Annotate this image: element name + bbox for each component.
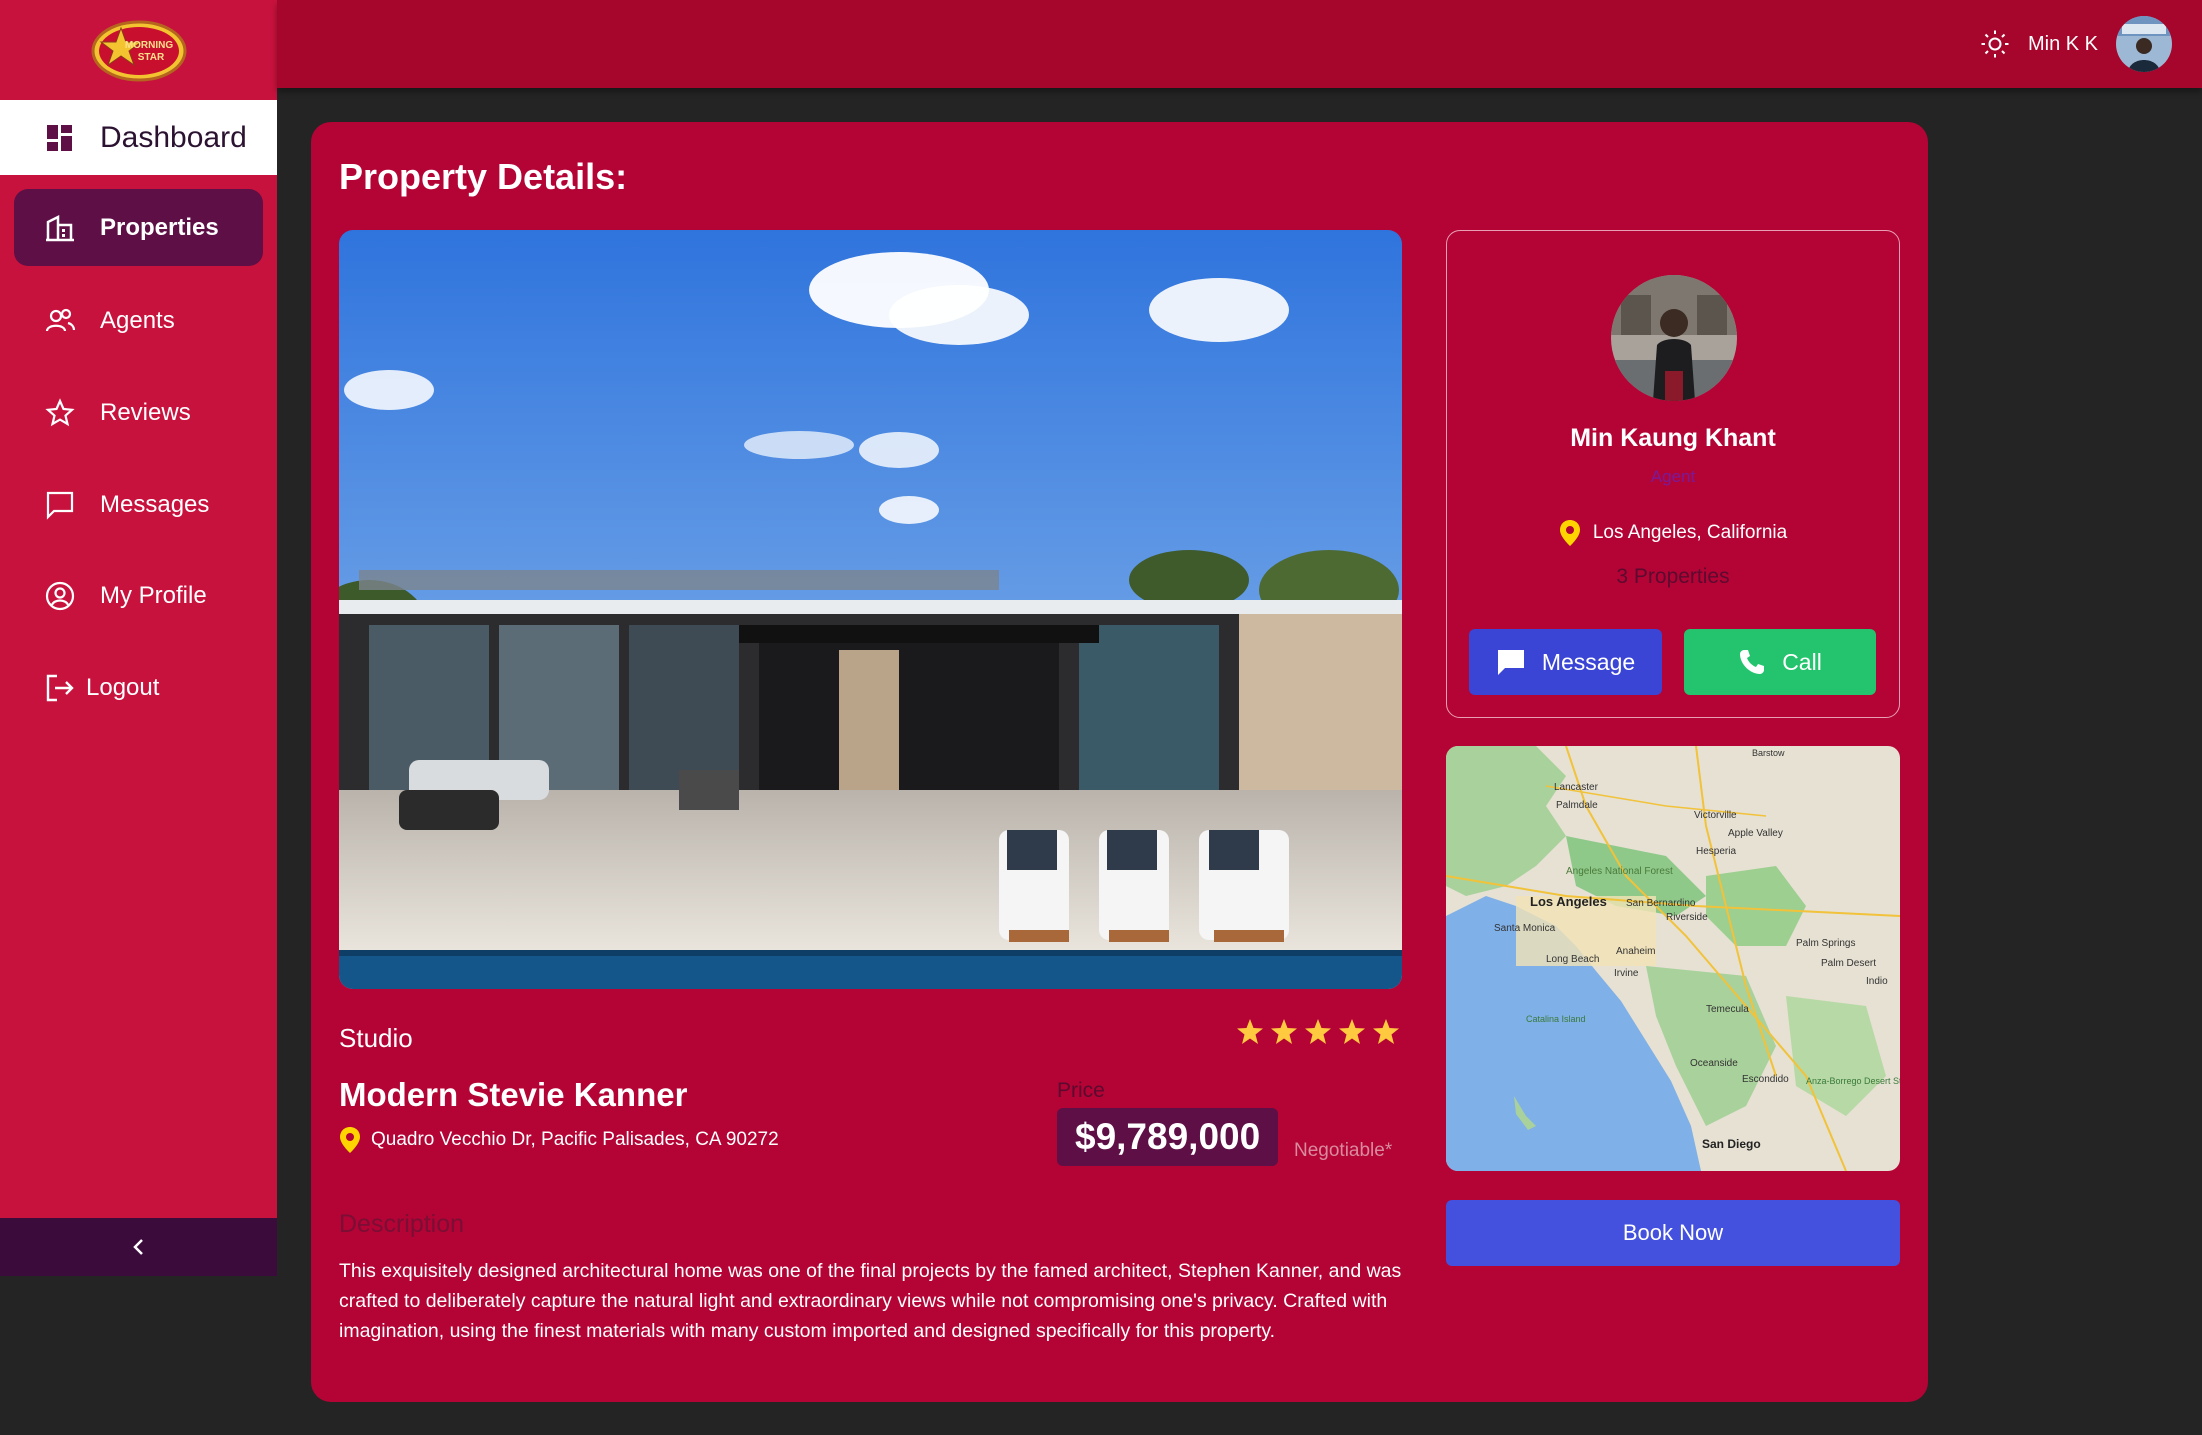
svg-text:San Diego: San Diego [1702,1137,1761,1151]
sidebar-item-label: Messages [100,490,210,518]
book-now-button[interactable]: Book Now [1446,1200,1900,1266]
logout-icon [46,674,74,701]
negotiable-label: Negotiable* [1294,1140,1393,1161]
call-button-label: Call [1782,648,1822,675]
svg-text:STAR: STAR [137,52,164,63]
top-bar: Min K K [277,0,2202,88]
svg-text:Anza-Borrego Desert State Park: Anza-Borrego Desert State Park [1806,1076,1900,1086]
agent-role: Agent [1650,467,1696,486]
svg-text:Hesperia: Hesperia [1696,846,1736,857]
phone-icon [1740,650,1765,674]
star-icon [45,397,75,426]
message-icon [1497,650,1524,675]
svg-text:Long Beach: Long Beach [1546,954,1599,965]
price-label: Price [1057,1079,1105,1102]
svg-text:MORNING: MORNING [124,40,173,51]
chevron-left-icon [132,1239,143,1255]
location-pin-icon [1559,520,1580,546]
svg-text:Los Angeles: Los Angeles [1530,894,1607,909]
svg-text:Catalina Island: Catalina Island [1526,1014,1586,1024]
svg-text:Angeles National Forest: Angeles National Forest [1566,866,1673,877]
description-label: Description [339,1210,465,1238]
sidebar-item-label: Logout [86,673,160,701]
message-button-label: Message [1541,648,1636,675]
sidebar-item-label: Reviews [100,398,191,426]
price-value: $9,789,000 [1057,1108,1279,1166]
star-icon [1373,1019,1399,1044]
agent-property-count: 3 Properties [1616,565,1730,588]
location-map[interactable]: Lancaster Palmdale Victorville Apple Val… [1446,746,1900,1171]
star-icon [1237,1019,1263,1044]
svg-text:Temecula: Temecula [1706,1004,1749,1015]
address-text: Quadro Vecchio Dr, Pacific Palisades, CA… [371,1129,779,1150]
svg-text:Palmdale: Palmdale [1556,800,1598,811]
sidebar-item-label: Properties [100,213,219,241]
sidebar-item-messages[interactable]: Messages [0,467,277,542]
sidebar: MORNING STAR Dashboard Properties Agents… [0,0,277,1276]
svg-text:Oceanside: Oceanside [1690,1058,1738,1069]
call-button[interactable]: Call [1684,629,1876,695]
sidebar-item-dashboard[interactable]: Dashboard [0,100,277,175]
svg-text:Indio: Indio [1866,976,1888,987]
agent-name: Min Kaung Khant [1570,424,1776,452]
property-details-card: Property Details: Studio Modern Stevie K… [311,122,1928,1402]
sidebar-item-logout[interactable]: Logout [0,650,277,725]
agent-location-text: Los Angeles, California [1592,522,1788,543]
svg-text:Anaheim: Anaheim [1616,946,1655,957]
dashboard-icon [47,124,72,151]
star-icon [1305,1019,1331,1044]
star-icon [1339,1019,1365,1044]
morning-star-logo[interactable]: MORNING STAR [91,18,187,82]
sidebar-item-agents[interactable]: Agents [0,283,277,358]
user-circle-icon [45,581,75,610]
username: Min K K [2027,32,2098,55]
avatar[interactable] [2116,16,2172,72]
svg-text:Palm Desert: Palm Desert [1821,958,1876,969]
svg-text:Escondido: Escondido [1742,1074,1789,1085]
property-type: Studio [339,1023,413,1053]
chat-icon [46,491,74,520]
svg-text:Victorville: Victorville [1694,810,1737,821]
agent-location: Los Angeles, California [1447,519,1899,547]
svg-text:Lancaster: Lancaster [1554,782,1599,793]
sidebar-collapse-button[interactable] [0,1218,277,1276]
svg-text:Riverside: Riverside [1666,912,1708,923]
sidebar-item-label: Agents [100,306,175,334]
agent-card: Min Kaung Khant Agent Los Angeles, Calif… [1446,230,1900,718]
svg-text:San Bernardino: San Bernardino [1626,898,1696,909]
star-icon [1271,1019,1297,1044]
agent-avatar [1611,275,1737,401]
rating-stars [1236,1018,1400,1046]
page-title: Property Details: [339,156,628,197]
sidebar-item-reviews[interactable]: Reviews [0,375,277,450]
property-address: Quadro Vecchio Dr, Pacific Palisades, CA… [339,1126,779,1154]
sidebar-item-properties[interactable]: Properties [14,189,263,266]
svg-text:Palm Springs: Palm Springs [1796,938,1855,949]
user-menu: Min K K [1980,16,2172,72]
svg-text:Barstow: Barstow [1752,748,1785,758]
svg-text:Santa Monica: Santa Monica [1494,923,1556,934]
sidebar-item-label: Dashboard [100,120,247,154]
logo-area: MORNING STAR [0,0,277,100]
svg-text:Apple Valley: Apple Valley [1728,828,1783,839]
sun-icon[interactable] [1980,29,2010,59]
message-button[interactable]: Message [1469,629,1662,695]
sidebar-item-label: My Profile [100,581,207,609]
svg-text:Irvine: Irvine [1614,968,1639,979]
sidebar-item-my-profile[interactable]: My Profile [0,558,277,633]
property-title: Modern Stevie Kanner [339,1076,688,1113]
location-pin-icon [340,1127,360,1153]
people-icon [45,308,76,331]
building-icon [46,214,74,241]
description-text: This exquisitely designed architectural … [339,1260,1402,1342]
property-image [339,230,1402,989]
